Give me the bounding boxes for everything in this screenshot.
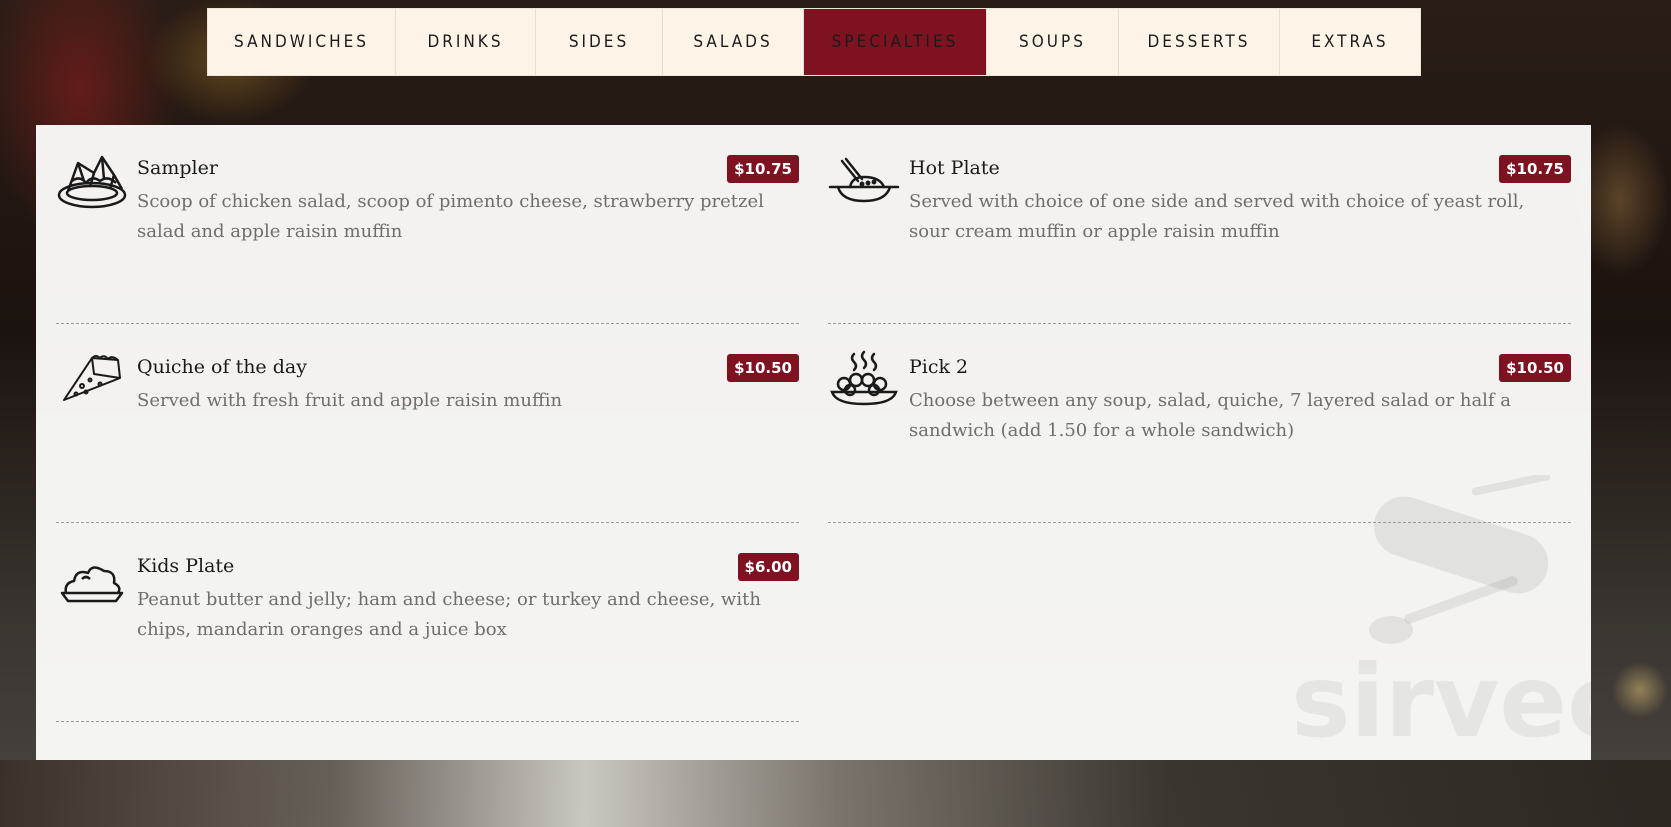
item-description: Served with fresh fruit and apple raisin…: [137, 390, 563, 411]
tab-specialties[interactable]: SPECIALTIES: [804, 9, 987, 75]
nachos-plate-icon: [57, 155, 127, 209]
item-description: Choose between any soup, salad, quiche, …: [909, 390, 1512, 441]
item-name: Kids Plate: [137, 555, 235, 577]
menu-item-quiche[interactable]: Quiche of the day $10.50 Served with fre…: [56, 324, 799, 523]
covered-plate-icon: [60, 566, 124, 603]
menu-panel: sirvec Sampler $10.75 Scoop of chicken s…: [36, 125, 1591, 760]
watermark-text: sirvec: [1291, 643, 1591, 760]
menu-item-hot-plate[interactable]: Hot Plate $10.75 Served with choice of o…: [828, 125, 1571, 324]
price-badge: $10.75: [727, 155, 799, 183]
tab-sandwiches[interactable]: SANDWICHES: [208, 9, 396, 75]
hot-food-plate-icon: [830, 350, 898, 406]
menu-item-sampler[interactable]: Sampler $10.75 Scoop of chicken salad, s…: [56, 125, 799, 324]
pie-slice-icon: [63, 355, 121, 401]
tab-drinks[interactable]: DRINKS: [396, 9, 536, 75]
item-name: Sampler: [137, 157, 218, 179]
price-badge: $10.50: [727, 354, 799, 382]
item-description: Scoop of chicken salad, scoop of pimento…: [137, 191, 764, 242]
price-badge: $10.75: [1499, 155, 1571, 183]
tab-soups[interactable]: SOUPS: [987, 9, 1119, 75]
item-name: Hot Plate: [909, 157, 1000, 179]
rice-plate-icon: [828, 157, 900, 203]
background-floor: [0, 760, 1671, 827]
tab-extras[interactable]: EXTRAS: [1280, 9, 1420, 75]
category-tabs: SANDWICHES DRINKS SIDES SALADS SPECIALTI…: [207, 8, 1421, 76]
tab-salads[interactable]: SALADS: [663, 9, 804, 75]
menu-item-pick-2[interactable]: Pick 2 $10.50 Choose between any soup, s…: [828, 324, 1571, 523]
price-badge: $10.50: [1499, 354, 1571, 382]
item-description: Peanut butter and jelly; ham and cheese;…: [137, 589, 761, 640]
item-description: Served with choice of one side and serve…: [909, 191, 1525, 242]
tab-desserts[interactable]: DESSERTS: [1119, 9, 1280, 75]
tab-sides[interactable]: SIDES: [536, 9, 663, 75]
price-badge: $6.00: [737, 553, 799, 581]
item-name: Quiche of the day: [137, 356, 307, 378]
item-name: Pick 2: [909, 356, 969, 378]
menu-item-kids-plate[interactable]: Kids Plate $6.00 Peanut butter and jelly…: [56, 523, 799, 722]
